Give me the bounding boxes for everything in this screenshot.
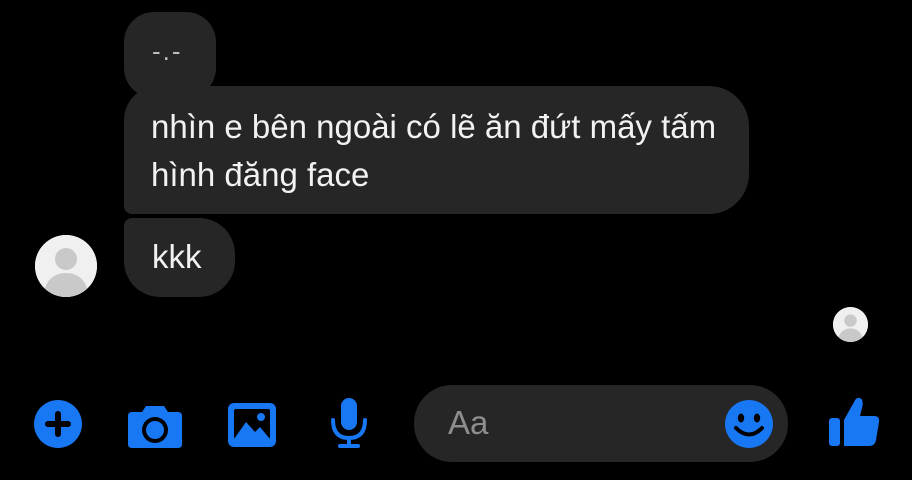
default-user-icon (35, 235, 97, 297)
emoji-button[interactable] (724, 399, 774, 449)
emoji-icon (725, 400, 773, 448)
camera-icon (128, 406, 182, 448)
message-composer[interactable] (414, 385, 788, 462)
camera-button[interactable] (126, 400, 184, 450)
read-receipt-avatar (833, 307, 868, 342)
message-bubble[interactable]: kkk (124, 218, 235, 297)
message-bubble[interactable]: nhìn e bên ngoài có lẽ ăn đứt mấy tấm hì… (124, 86, 749, 214)
thumbs-up-icon (829, 397, 880, 446)
message-text: nhìn e bên ngoài có lẽ ăn đứt mấy tấm hì… (151, 108, 717, 193)
more-actions-button[interactable] (33, 399, 83, 449)
message-input[interactable] (448, 403, 708, 443)
message-text: -.- (152, 36, 183, 66)
photo-icon (228, 403, 276, 447)
voice-message-button[interactable] (328, 396, 370, 450)
send-like-button[interactable] (826, 394, 882, 450)
plus-icon (34, 400, 82, 448)
default-user-icon (833, 307, 868, 342)
contact-avatar[interactable] (35, 235, 97, 297)
microphone-icon (331, 398, 367, 448)
message-text: kkk (152, 238, 202, 275)
gallery-button[interactable] (226, 400, 278, 450)
